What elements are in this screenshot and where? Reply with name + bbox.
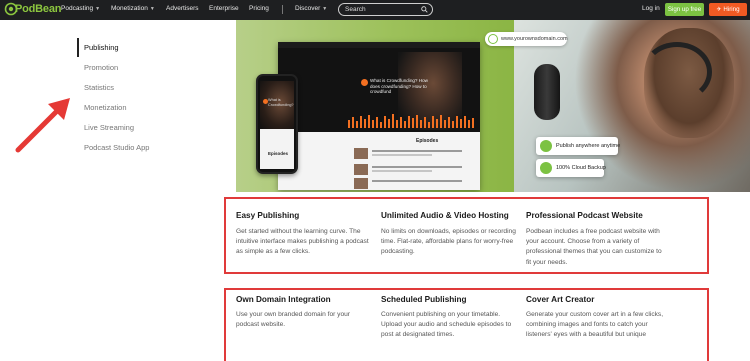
mockup-episodes-heading: Episodes xyxy=(416,138,439,144)
audio-waveform-icon xyxy=(348,114,474,128)
feature-desc-hosting: No limits on downloads, episodes or reco… xyxy=(381,228,516,256)
chevron-down-icon: ▼ xyxy=(95,6,101,12)
login-link[interactable]: Log in xyxy=(642,5,660,12)
globe-icon xyxy=(488,34,498,44)
domain-url-text: www.yourownsdomain.com xyxy=(501,35,568,42)
feature-desc-scheduled: Convenient publishing on your timetable.… xyxy=(381,311,512,339)
domain-url-pill: www.yourownsdomain.com xyxy=(485,32,568,46)
episode-thumbnail xyxy=(354,178,368,189)
feature-title-easy-publishing: Easy Publishing xyxy=(236,211,300,220)
episode-thumbnail xyxy=(354,164,368,175)
signup-button[interactable]: Sign up free xyxy=(665,3,704,16)
annotation-arrow-icon xyxy=(15,98,70,153)
feature-desc-cover-art: Generate your custom cover art in a few … xyxy=(526,311,664,339)
episode-line xyxy=(372,180,462,182)
phone-episode-title: What is Crowdfunding? xyxy=(268,98,294,107)
feature-desc-easy-publishing: Get started without the learning curve. … xyxy=(236,228,369,256)
feature-title-scheduled: Scheduled Publishing xyxy=(381,295,467,304)
chevron-down-icon: ▼ xyxy=(322,6,328,12)
nav-podcasting-label: Podcasting xyxy=(61,5,94,12)
logo-wordmark: PodBean xyxy=(15,3,62,15)
mockup-episode-row xyxy=(354,178,474,189)
nav-divider xyxy=(282,5,283,14)
mockup-episode-title: What is Crowdfunding? How does crowdfund… xyxy=(370,78,428,95)
nav-discover[interactable]: Discover ▼ xyxy=(295,5,327,12)
feature-desc-domain: Use your own branded domain for your pod… xyxy=(236,311,350,329)
mockup-episode-row xyxy=(354,148,474,159)
sidebar-item-publishing[interactable]: Publishing xyxy=(84,43,119,52)
episode-line xyxy=(372,154,432,156)
podbean-logo[interactable]: PodBean xyxy=(4,2,61,16)
nav-monetization-label: Monetization xyxy=(111,5,148,12)
nav-enterprise[interactable]: Enterprise xyxy=(209,5,239,12)
nav-monetization[interactable]: Monetization ▼ xyxy=(111,5,155,12)
feature-title-website: Professional Podcast Website xyxy=(526,211,643,220)
episode-line xyxy=(372,170,432,172)
nav-discover-label: Discover xyxy=(295,5,321,12)
episode-thumbnail xyxy=(354,148,368,159)
hero-image: What is Crowdfunding? How does crowdfund… xyxy=(236,20,750,192)
microphone-icon xyxy=(534,64,560,120)
search-placeholder: Search xyxy=(345,6,366,13)
publish-anywhere-badge: Publish anywhere anytime xyxy=(536,137,621,155)
cloud-backup-text: 100% Cloud Backup xyxy=(556,164,606,171)
mockup-episode-row xyxy=(354,164,474,175)
sidebar-item-monetization[interactable]: Monetization xyxy=(84,103,127,112)
feature-title-cover-art: Cover Art Creator xyxy=(526,295,595,304)
browser-bar xyxy=(278,42,480,48)
website-mockup: What is Crowdfunding? How does crowdfund… xyxy=(278,42,480,190)
chevron-down-icon: ▼ xyxy=(149,6,155,12)
episode-line xyxy=(372,150,462,152)
headphones-icon xyxy=(642,42,712,102)
sidebar-item-podcast-studio-app[interactable]: Podcast Studio App xyxy=(84,143,149,152)
nav-pricing[interactable]: Pricing xyxy=(249,5,269,12)
podbean-logo-icon xyxy=(4,2,18,16)
play-icon xyxy=(361,79,368,86)
phone-mockup: What is Crowdfunding? Episodes xyxy=(256,74,298,174)
top-navigation-bar: PodBean Podcasting ▼ Monetization ▼ Advert… xyxy=(0,0,750,20)
feature-title-hosting: Unlimited Audio & Video Hosting xyxy=(381,211,509,220)
cloud-backup-badge: 100% Cloud Backup xyxy=(536,159,606,177)
cloud-upload-icon xyxy=(540,162,552,174)
phone-episodes-heading: Episodes xyxy=(268,151,289,156)
search-input[interactable]: Search xyxy=(338,3,433,16)
phone-screen-list xyxy=(260,129,294,169)
website-mockup-header: What is Crowdfunding? How does crowdfund… xyxy=(278,42,480,132)
nav-podcasting[interactable]: Podcasting ▼ xyxy=(61,5,100,12)
sidebar-item-statistics[interactable]: Statistics xyxy=(84,83,114,92)
search-icon[interactable] xyxy=(421,6,428,13)
feature-desc-website: Podbean includes a free podcast website … xyxy=(526,228,662,266)
microphone-icon xyxy=(540,140,552,152)
hiring-button[interactable]: ✈ Hiring xyxy=(709,3,747,16)
sidebar-active-indicator xyxy=(77,38,79,57)
feature-title-domain: Own Domain Integration xyxy=(236,295,331,304)
hiring-label: Hiring xyxy=(723,6,740,13)
publish-anywhere-text: Publish anywhere anytime xyxy=(556,142,621,149)
nav-advertisers[interactable]: Advertisers xyxy=(166,5,199,12)
episode-line xyxy=(372,166,462,168)
sidebar-item-promotion[interactable]: Promotion xyxy=(84,63,118,72)
sidebar-item-live-streaming[interactable]: Live Streaming xyxy=(84,123,134,132)
